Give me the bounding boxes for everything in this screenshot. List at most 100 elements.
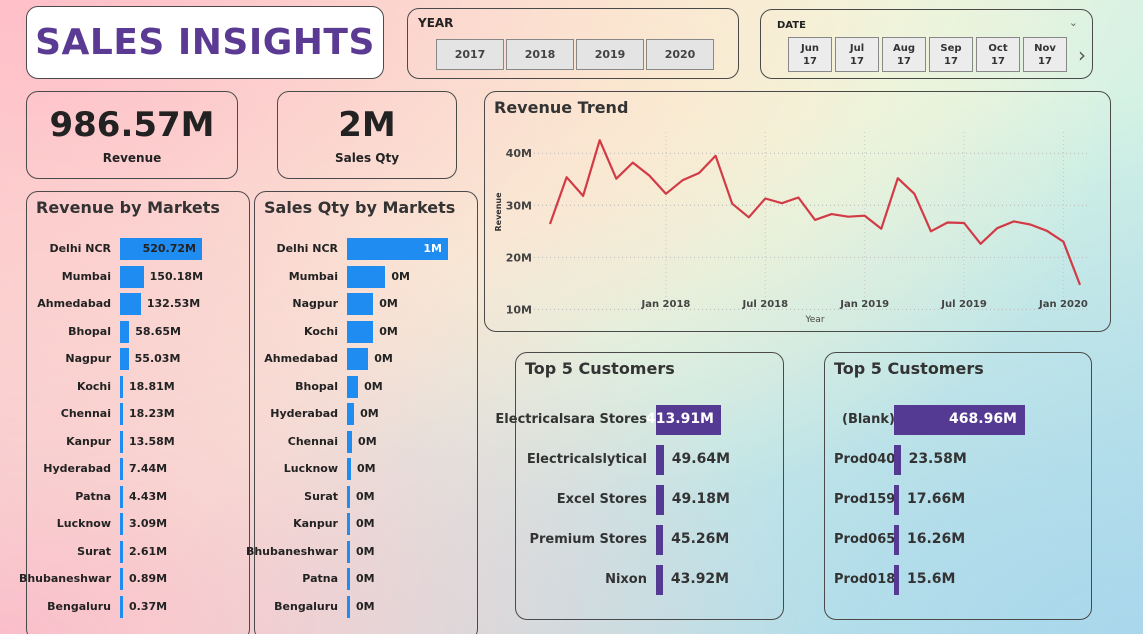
revenue-trend-point[interactable]	[830, 212, 834, 216]
revenue-market-row[interactable]: Chennai 18.23M	[27, 403, 249, 425]
date-option[interactable]: Jun 17	[788, 37, 832, 72]
sales-qty-market-row[interactable]: Bengaluru 0M	[255, 595, 477, 618]
date-option[interactable]: Oct 17	[976, 37, 1020, 72]
sales-qty-market-row[interactable]: Mumbai 0M	[255, 265, 477, 288]
revenue-trend-point[interactable]	[598, 138, 602, 142]
revenue-trend-point[interactable]	[548, 222, 552, 226]
revenue-market-bar[interactable]	[120, 568, 123, 590]
sales-qty-market-row[interactable]: Bhopal 0M	[255, 375, 477, 398]
top-product-bar[interactable]	[894, 565, 899, 595]
sales-qty-market-row[interactable]: Surat 0M	[255, 485, 477, 508]
sales-qty-market-row[interactable]: Nagpur 0M	[255, 293, 477, 315]
revenue-trend-point[interactable]	[714, 154, 718, 158]
revenue-trend-point[interactable]	[581, 194, 585, 198]
revenue-market-row[interactable]: Mumbai 150.18M	[27, 265, 249, 288]
revenue-market-bar[interactable]	[120, 403, 123, 425]
sales-qty-market-bar[interactable]	[347, 348, 369, 370]
sales-qty-market-row[interactable]: Chennai 0M	[255, 430, 477, 453]
revenue-trend-point[interactable]	[929, 229, 933, 233]
revenue-trend-point[interactable]	[896, 176, 900, 180]
revenue-market-row[interactable]: Hyderabad 7.44M	[27, 458, 249, 480]
sales-qty-market-bar[interactable]	[347, 595, 350, 618]
revenue-trend-point[interactable]	[962, 221, 966, 225]
revenue-trend-point[interactable]	[1061, 240, 1065, 244]
revenue-market-row[interactable]: Bengaluru 0.37M	[27, 595, 249, 618]
revenue-trend-point[interactable]	[697, 171, 701, 175]
sales-qty-market-row[interactable]: Hyderabad 0M	[255, 403, 477, 425]
revenue-market-row[interactable]: Bhubaneshwar 0.89M	[19, 568, 249, 590]
sales-qty-market-bar[interactable]	[347, 485, 351, 508]
revenue-market-row[interactable]: Bhopal 58.65M	[27, 320, 249, 343]
sales-qty-market-row[interactable]: Patna 0M	[255, 568, 477, 590]
sales-qty-market-row[interactable]: Delhi NCR 1M	[255, 238, 477, 260]
revenue-trend-point[interactable]	[747, 215, 751, 219]
sales-qty-market-row[interactable]: Kochi 0M	[255, 320, 477, 343]
revenue-trend-point[interactable]	[647, 174, 651, 178]
revenue-trend-point[interactable]	[1028, 223, 1032, 227]
chevron-right-icon[interactable]: ›	[1078, 43, 1086, 67]
revenue-market-bar[interactable]	[120, 320, 130, 343]
revenue-trend-point[interactable]	[879, 227, 883, 231]
top-product-row[interactable]: Prod065 16.26M	[825, 525, 1091, 555]
revenue-market-bar[interactable]	[120, 375, 123, 398]
revenue-trend-point[interactable]	[631, 161, 635, 165]
top-customer-bar[interactable]	[656, 525, 664, 555]
revenue-market-bar[interactable]	[120, 485, 123, 508]
sales-qty-market-bar[interactable]	[347, 430, 353, 453]
top-customer-row[interactable]: Premium Stores 45.26M	[516, 525, 783, 555]
top-product-bar[interactable]	[894, 445, 901, 475]
sales-qty-market-row[interactable]: Ahmedabad 0M	[255, 348, 477, 370]
revenue-trend-point[interactable]	[979, 242, 983, 246]
chevron-down-icon[interactable]: ⌄	[1069, 16, 1078, 29]
revenue-market-bar[interactable]	[120, 595, 123, 618]
revenue-trend-point[interactable]	[946, 220, 950, 224]
top-customer-bar[interactable]	[656, 485, 664, 515]
sales-qty-market-row[interactable]: Bhubaneshwar 0M	[246, 540, 477, 563]
revenue-trend-point[interactable]	[846, 215, 850, 219]
revenue-market-bar[interactable]	[120, 458, 123, 480]
sales-qty-market-bar[interactable]	[347, 265, 386, 288]
revenue-trend-point[interactable]	[863, 214, 867, 218]
revenue-market-bar[interactable]	[120, 265, 144, 288]
revenue-market-row[interactable]: Lucknow 3.09M	[27, 513, 249, 535]
revenue-market-bar[interactable]	[120, 348, 129, 370]
date-option[interactable]: Nov 17	[1023, 37, 1067, 72]
revenue-trend-point[interactable]	[614, 177, 618, 181]
date-option[interactable]: Aug 17	[882, 37, 926, 72]
sales-qty-market-bar[interactable]	[347, 403, 355, 425]
top-product-bar[interactable]	[894, 485, 899, 515]
year-option-2020[interactable]: 2020	[646, 39, 714, 70]
revenue-market-row[interactable]: Kochi 18.81M	[27, 375, 249, 398]
top-customer-row[interactable]: Excel Stores 49.18M	[516, 485, 783, 515]
sales-qty-market-bar[interactable]	[347, 458, 352, 480]
revenue-market-row[interactable]: Surat 2.61M	[27, 540, 249, 563]
revenue-trend-point[interactable]	[664, 192, 668, 196]
revenue-trend-point[interactable]	[763, 197, 767, 201]
top-customer-row[interactable]: Nixon 43.92M	[516, 565, 783, 595]
revenue-trend-point[interactable]	[1045, 229, 1049, 233]
revenue-trend-point[interactable]	[780, 201, 784, 205]
revenue-trend-point[interactable]	[681, 178, 685, 182]
date-option[interactable]: Sep 17	[929, 37, 973, 72]
sales-qty-market-bar[interactable]	[347, 568, 350, 590]
revenue-market-row[interactable]: Patna 4.43M	[27, 485, 249, 508]
year-option-2018[interactable]: 2018	[506, 39, 574, 70]
top-product-row[interactable]: (Blank) 468.96M	[825, 405, 1091, 435]
year-option-2017[interactable]: 2017	[436, 39, 504, 70]
revenue-market-bar[interactable]	[120, 540, 123, 563]
top-customer-row[interactable]: Electricalsara Stores 413.91M	[495, 405, 783, 435]
date-option[interactable]: Jul 17	[835, 37, 879, 72]
top-product-bar[interactable]	[894, 525, 899, 555]
revenue-trend-point[interactable]	[912, 192, 916, 196]
sales-qty-market-bar[interactable]	[347, 540, 350, 563]
revenue-trend-point[interactable]	[995, 226, 999, 230]
year-option-2019[interactable]: 2019	[576, 39, 644, 70]
sales-qty-market-bar[interactable]	[347, 513, 351, 535]
revenue-market-row[interactable]: Nagpur 55.03M	[27, 348, 249, 370]
sales-qty-market-bar[interactable]	[347, 320, 374, 343]
sales-qty-market-bar[interactable]	[347, 375, 359, 398]
revenue-trend-line[interactable]	[548, 139, 1082, 286]
revenue-market-bar[interactable]	[120, 293, 141, 315]
revenue-trend-point[interactable]	[796, 195, 800, 199]
revenue-trend-point[interactable]	[1078, 283, 1082, 287]
